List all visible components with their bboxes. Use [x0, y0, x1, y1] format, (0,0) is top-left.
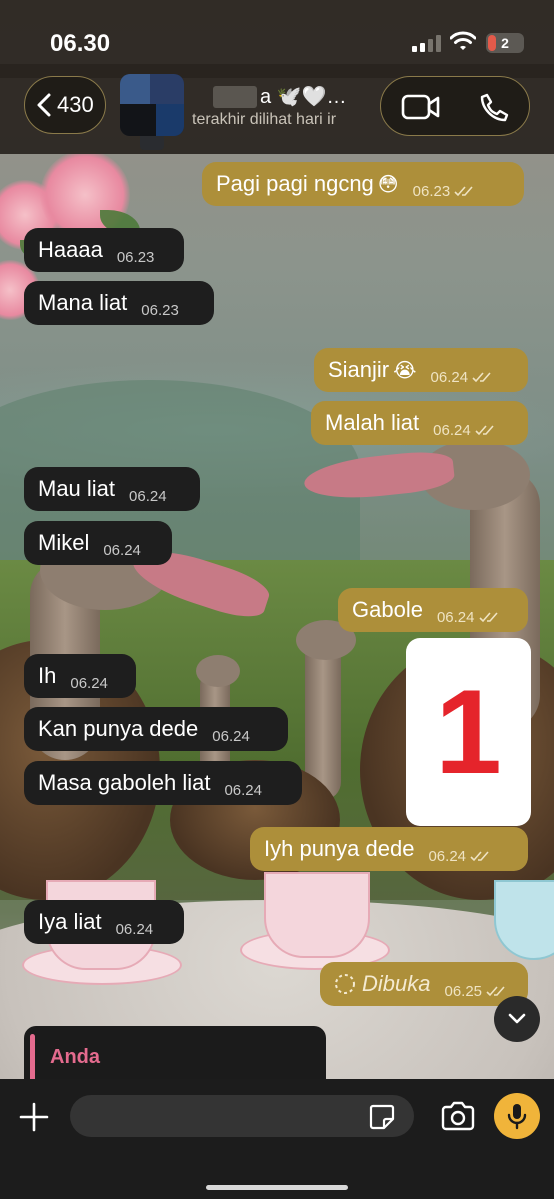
message-text: Malah liat: [325, 410, 420, 435]
message-time: 06.24: [212, 727, 250, 745]
read-receipt-icon: [454, 186, 473, 197]
message-bubble-outgoing[interactable]: Pagi pagi ngcng 😳 06.23: [202, 162, 524, 206]
message-bubble-incoming[interactable]: Kan punya dede 06.24: [24, 707, 288, 751]
message-bubble-incoming[interactable]: Mikel 06.24: [24, 521, 172, 565]
message-text: Dibuka: [362, 971, 431, 996]
number-one-sticker[interactable]: 1: [406, 638, 531, 826]
message-text: Mana liat: [38, 290, 128, 315]
message-bubble-incoming[interactable]: Mau liat 06.24: [24, 467, 200, 511]
message-time: 06.23: [141, 301, 179, 319]
message-time: 06.24: [430, 368, 469, 386]
battery-icon: 2: [486, 33, 524, 53]
video-call-icon[interactable]: [401, 93, 441, 121]
scroll-to-bottom-button[interactable]: [494, 996, 540, 1042]
camera-icon[interactable]: [440, 1101, 476, 1131]
message-text: Iya liat: [38, 909, 102, 934]
message-text: Kan punya dede: [38, 716, 199, 741]
reply-author: Anda: [50, 1046, 100, 1068]
message-bubble-outgoing[interactable]: Sianjir 😭 06.24: [314, 348, 528, 392]
contact-name-redacted: [213, 86, 257, 108]
sticker-icon[interactable]: [368, 1103, 396, 1131]
message-text: Haaaa: [38, 237, 103, 262]
message-time: 06.24: [428, 847, 467, 865]
message-text: Sianjir: [328, 357, 390, 382]
message-time: 06.24: [115, 920, 154, 938]
avatar[interactable]: [120, 74, 184, 136]
read-receipt-icon: [470, 851, 489, 862]
message-bubble-outgoing[interactable]: Gabole 06.24: [338, 588, 528, 632]
read-receipt-icon: [486, 986, 505, 997]
microphone-icon: [507, 1104, 527, 1130]
message-text: Iyh punya dede: [264, 836, 415, 861]
message-text: Masa gaboleh liat: [38, 770, 211, 795]
chevron-down-icon: [508, 1013, 526, 1024]
message-time: 06.24: [433, 421, 471, 439]
chat-header: 430 a 🕊️🤍… terakhir dilihat hari ir: [0, 64, 554, 154]
message-text: Mau liat: [38, 476, 116, 501]
message-bubble-outgoing[interactable]: Malah liat 06.24: [311, 401, 528, 445]
message-bubble-incoming[interactable]: Ih 06.24: [24, 654, 136, 698]
read-receipt-icon: [478, 612, 498, 623]
message-list[interactable]: Pagi pagi ngcng 😳 06.23 Haaaa 06.23 Mana…: [0, 154, 554, 1086]
message-time: 06.25: [444, 982, 483, 1000]
message-time: 06.24: [103, 541, 141, 559]
message-text: Mikel: [38, 530, 90, 555]
flushed-emoji: 😳: [377, 172, 399, 196]
last-seen-status: terakhir dilihat hari ir: [192, 111, 337, 128]
message-bubble-outgoing[interactable]: Iyh punya dede 06.24: [250, 827, 528, 871]
home-indicator: [206, 1185, 348, 1190]
battery-level: 2: [501, 35, 509, 51]
compose-bar: [0, 1079, 554, 1199]
message-text: Ih: [38, 663, 57, 688]
message-bubble-incoming[interactable]: Masa gaboleh liat 06.24: [24, 761, 302, 805]
phone-call-icon[interactable]: [479, 92, 509, 122]
message-time: 06.23: [116, 248, 155, 266]
unread-count: 430: [57, 92, 94, 117]
chevron-left-icon: [37, 93, 51, 117]
contact-name[interactable]: a 🕊️🤍…: [260, 84, 346, 109]
message-text: Gabole: [352, 597, 423, 622]
status-time: 06.30: [50, 30, 111, 57]
view-once-message-bubble[interactable]: Dibuka 06.25: [320, 962, 528, 1006]
crying-emoji: 😭: [393, 358, 417, 382]
call-actions: [380, 76, 530, 136]
message-time: 06.24: [436, 608, 475, 626]
back-button[interactable]: 430: [24, 76, 106, 134]
sticker-text: 1: [435, 665, 502, 799]
message-text: Pagi pagi ngcng: [216, 171, 374, 196]
read-receipt-icon: [475, 425, 494, 436]
voice-record-button[interactable]: [494, 1093, 540, 1139]
plus-icon[interactable]: [18, 1101, 50, 1133]
message-time: 06.23: [412, 182, 451, 200]
message-input[interactable]: [70, 1095, 414, 1137]
view-once-opened-icon: [335, 974, 355, 994]
message-bubble-incoming[interactable]: Haaaa 06.23: [24, 228, 184, 272]
message-time: 06.24: [129, 487, 167, 505]
read-receipt-icon: [472, 372, 491, 383]
message-time: 06.24: [224, 781, 262, 799]
quoted-reply-bubble[interactable]: Anda: [24, 1026, 326, 1086]
wifi-icon: [450, 31, 476, 50]
signal-icon: [412, 34, 442, 52]
message-bubble-incoming[interactable]: Iya liat 06.24: [24, 900, 184, 944]
message-time: 06.24: [70, 674, 108, 692]
message-bubble-incoming[interactable]: Mana liat 06.23: [24, 281, 214, 325]
